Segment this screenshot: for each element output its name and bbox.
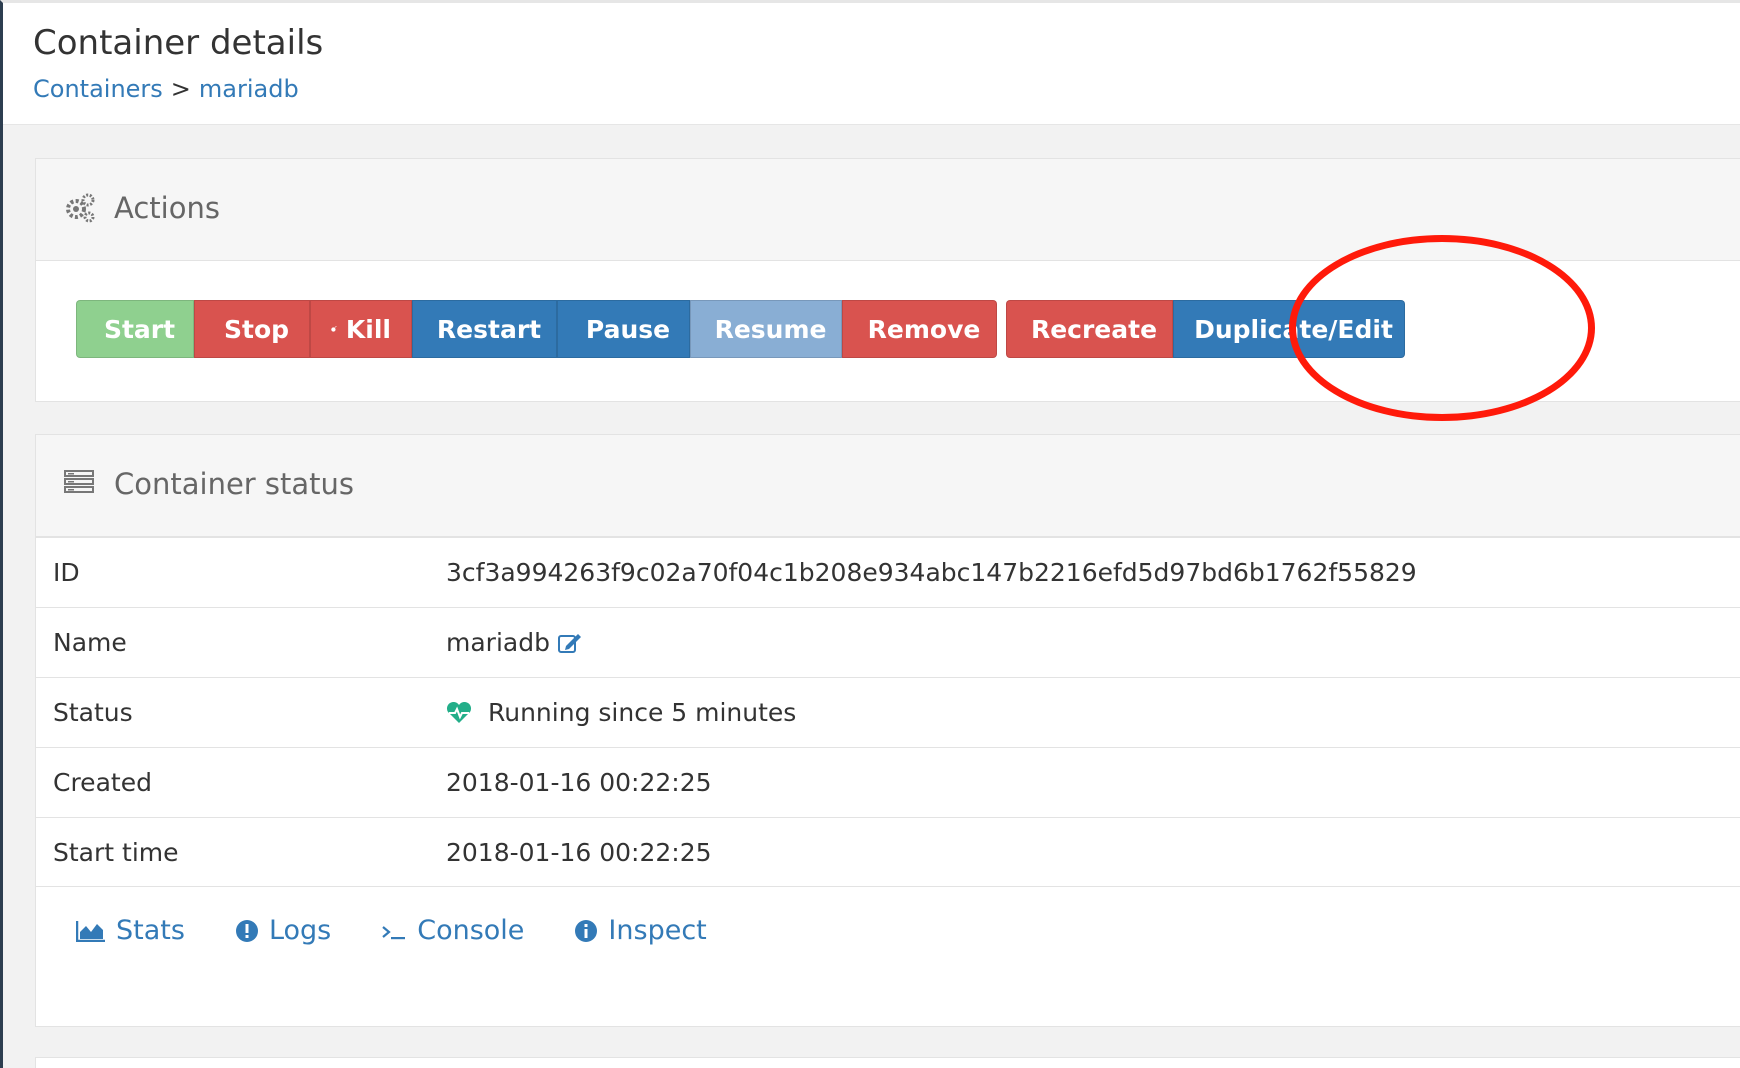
pause-button-label: Pause bbox=[585, 314, 671, 344]
status-value-name: mariadb bbox=[446, 628, 550, 657]
page: Container details Containers > mariadb Act… bbox=[0, 0, 1740, 1068]
status-value-start-time: 2018-01-16 00:22:25 bbox=[446, 838, 712, 867]
bomb-icon bbox=[331, 326, 337, 332]
remove-button-label: Remove bbox=[867, 314, 981, 344]
console-link[interactable]: Console bbox=[381, 915, 524, 946]
page-title: Container details bbox=[33, 23, 324, 63]
stop-button-label: Stop bbox=[223, 314, 290, 344]
container-status-table: ID 3cf3a994263f9c02a70f04c1b208e934abc14… bbox=[36, 537, 1740, 887]
console-link-label: Console bbox=[417, 915, 525, 946]
restart-button[interactable]: Restart bbox=[412, 300, 557, 358]
actions-widget-header: Actions bbox=[36, 159, 1740, 261]
status-value-created: 2018-01-16 00:22:25 bbox=[446, 768, 712, 797]
page-header: Container details Containers > mariadb bbox=[3, 3, 1740, 125]
status-label-created: Created bbox=[53, 768, 152, 797]
stop-button[interactable]: Stop bbox=[194, 300, 310, 358]
resume-button[interactable]: Resume bbox=[690, 300, 842, 358]
breadcrumb: Containers > mariadb bbox=[33, 75, 299, 103]
status-value-id: 3cf3a994263f9c02a70f04c1b208e934abc147b2… bbox=[446, 558, 1417, 587]
gears-icon bbox=[64, 192, 96, 224]
remove-button[interactable]: Remove bbox=[842, 300, 997, 358]
status-label-name: Name bbox=[53, 628, 127, 657]
terminal-icon bbox=[382, 925, 406, 939]
kill-button-label: Kill bbox=[345, 314, 391, 344]
status-label-id: ID bbox=[53, 558, 80, 587]
pause-button[interactable]: Pause bbox=[557, 300, 690, 358]
start-button[interactable]: Start bbox=[76, 300, 194, 358]
inspect-link[interactable]: Inspect bbox=[574, 915, 707, 946]
status-value-status: Running since 5 minutes bbox=[488, 698, 797, 727]
status-row-status: Status Running since 5 minutes bbox=[36, 677, 1740, 747]
breadcrumb-separator: > bbox=[170, 75, 191, 103]
logs-link[interactable]: Logs bbox=[235, 915, 331, 946]
actions-widget: Actions Start Stop Kill Restart Pause Re… bbox=[35, 158, 1740, 402]
status-label-status: Status bbox=[53, 698, 133, 727]
container-status-header: Container status bbox=[36, 435, 1740, 537]
stats-link[interactable]: Stats bbox=[76, 915, 185, 946]
stats-link-label: Stats bbox=[116, 915, 185, 946]
status-row-start-time: Start time 2018-01-16 00:22:25 bbox=[36, 817, 1740, 887]
logs-link-label: Logs bbox=[268, 915, 332, 946]
info-circle-icon bbox=[575, 919, 598, 942]
container-status-title: Container status bbox=[64, 467, 354, 501]
status-value-name-wrap: mariadb bbox=[446, 628, 582, 657]
kill-button[interactable]: Kill bbox=[310, 300, 412, 358]
container-links: Stats Logs Console Inspect bbox=[76, 915, 757, 946]
start-button-label: Start bbox=[103, 314, 176, 344]
exclamation-circle-icon bbox=[235, 919, 258, 942]
breadcrumb-current-link[interactable]: mariadb bbox=[199, 75, 299, 103]
recreate-button[interactable]: Recreate bbox=[1006, 300, 1173, 358]
button-gap bbox=[997, 300, 1006, 358]
actions-button-group: Start Stop Kill Restart Pause Resume Rem… bbox=[76, 300, 1405, 358]
server-icon bbox=[64, 468, 96, 500]
breadcrumb-containers-link[interactable]: Containers bbox=[33, 75, 163, 103]
duplicate-edit-button[interactable]: Duplicate/Edit bbox=[1173, 300, 1405, 358]
status-label-start-time: Start time bbox=[53, 838, 179, 867]
container-status-widget: Container status ID 3cf3a994263f9c02a70f… bbox=[35, 434, 1740, 1027]
actions-title-label: Actions bbox=[114, 191, 220, 225]
area-chart-icon bbox=[76, 920, 105, 942]
edit-icon[interactable] bbox=[557, 632, 582, 654]
heartbeat-icon bbox=[446, 701, 472, 723]
duplicate-edit-button-label: Duplicate/Edit bbox=[1194, 314, 1393, 344]
status-value-status-wrap: Running since 5 minutes bbox=[446, 698, 796, 727]
status-row-id: ID 3cf3a994263f9c02a70f04c1b208e934abc14… bbox=[36, 537, 1740, 607]
container-status-title-label: Container status bbox=[114, 467, 355, 501]
inspect-link-label: Inspect bbox=[608, 915, 707, 946]
recreate-button-label: Recreate bbox=[1030, 314, 1158, 344]
actions-title: Actions bbox=[64, 191, 220, 225]
status-row-created: Created 2018-01-16 00:22:25 bbox=[36, 747, 1740, 817]
next-widget-edge bbox=[35, 1057, 1740, 1068]
resume-button-label: Resume bbox=[714, 314, 827, 344]
restart-button-label: Restart bbox=[436, 314, 542, 344]
status-row-name: Name mariadb bbox=[36, 607, 1740, 677]
